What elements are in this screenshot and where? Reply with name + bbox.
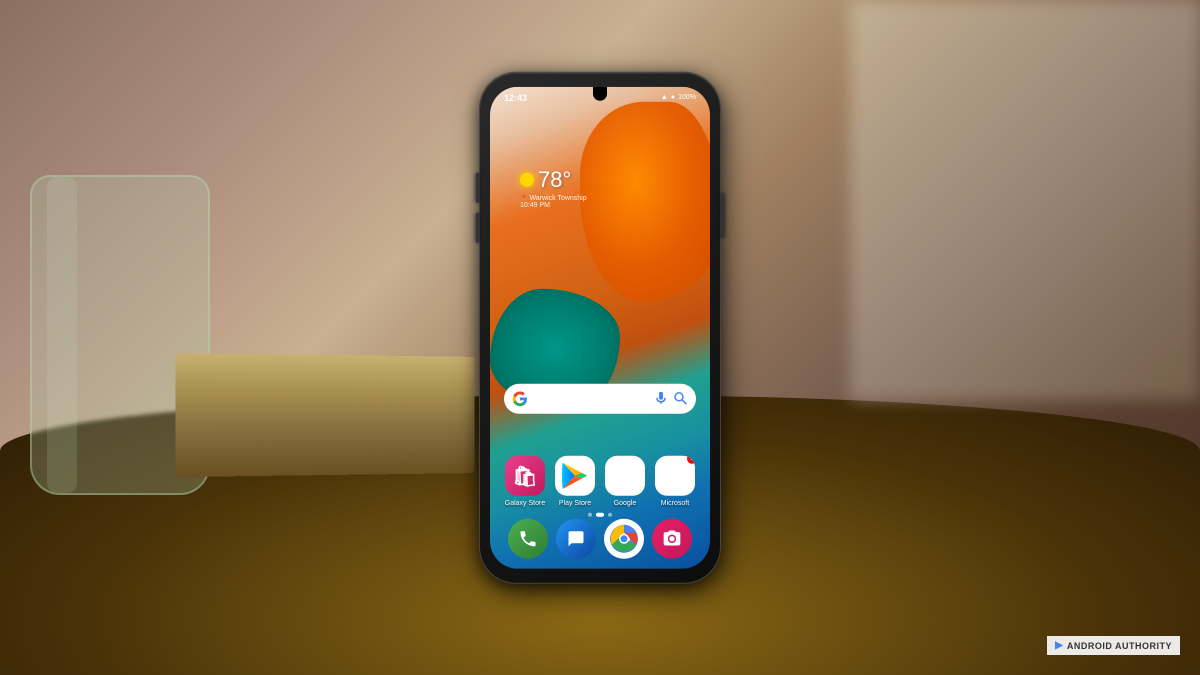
battery-icon: 100% [678, 94, 696, 101]
status-time: 12:43 [504, 92, 527, 102]
google-label: Google [614, 500, 637, 508]
phone-screen: 12:43 ▲ ● 100% 78° 📍 Warwick Township 10… [490, 86, 710, 568]
search-mic-icon[interactable] [654, 391, 668, 405]
status-icons: ▲ ● 100% [661, 94, 696, 101]
google-icon [605, 456, 645, 496]
app-play-store[interactable]: Play Store [551, 456, 599, 508]
app-grid: 🛍 Galaxy Store [500, 456, 700, 508]
google-search-bar[interactable] [504, 383, 696, 413]
dock-phone-app[interactable] [508, 518, 548, 558]
camera-notch [593, 86, 607, 100]
microsoft-badge: 1 [687, 456, 695, 464]
watermark-icon: ▶ [1055, 640, 1063, 651]
books-stack [176, 353, 475, 477]
background-blur-right [850, 0, 1200, 400]
search-lens-icon[interactable] [674, 391, 688, 405]
dock-chrome-app[interactable] [604, 518, 644, 558]
microsoft-label: Microsoft [661, 500, 689, 508]
watermark-text: ANDROID AUTHORITY [1067, 641, 1172, 651]
play-store-icon [555, 456, 595, 496]
app-microsoft[interactable]: 1 Microsoft [651, 456, 699, 508]
power-button [720, 192, 724, 237]
wifi-icon: ● [671, 94, 675, 101]
dock-messages-app[interactable] [556, 518, 596, 558]
play-store-label: Play Store [559, 500, 591, 508]
weather-widget: 78° 📍 Warwick Township 10:49 PM [520, 166, 587, 208]
page-dots [588, 512, 612, 516]
app-galaxy-store[interactable]: 🛍 Galaxy Store [501, 456, 549, 508]
weather-time: 10:49 PM [520, 201, 587, 208]
volume-up-button [476, 172, 480, 202]
page-dot-active [596, 512, 604, 516]
dock-camera-app[interactable] [652, 518, 692, 558]
page-dot-3 [608, 512, 612, 516]
signal-icon: ▲ [661, 94, 668, 101]
phone: 12:43 ▲ ● 100% 78° 📍 Warwick Township 10… [480, 72, 720, 582]
volume-down-button [476, 212, 480, 242]
phone-body: 12:43 ▲ ● 100% 78° 📍 Warwick Township 10… [480, 72, 720, 582]
page-dot-1 [588, 512, 592, 516]
app-google[interactable]: Google [601, 456, 649, 508]
watermark: ▶ ANDROID AUTHORITY [1047, 636, 1180, 655]
galaxy-store-label: Galaxy Store [505, 500, 545, 508]
bottom-dock [504, 518, 696, 558]
weather-sun-icon [520, 172, 534, 186]
google-g-icon [512, 390, 528, 406]
weather-temperature: 78° [538, 166, 571, 192]
microsoft-icon: 1 [655, 456, 695, 496]
galaxy-store-icon: 🛍 [505, 456, 545, 496]
weather-location: 📍 Warwick Township [520, 194, 587, 201]
orange-wallpaper-blob [580, 101, 710, 301]
